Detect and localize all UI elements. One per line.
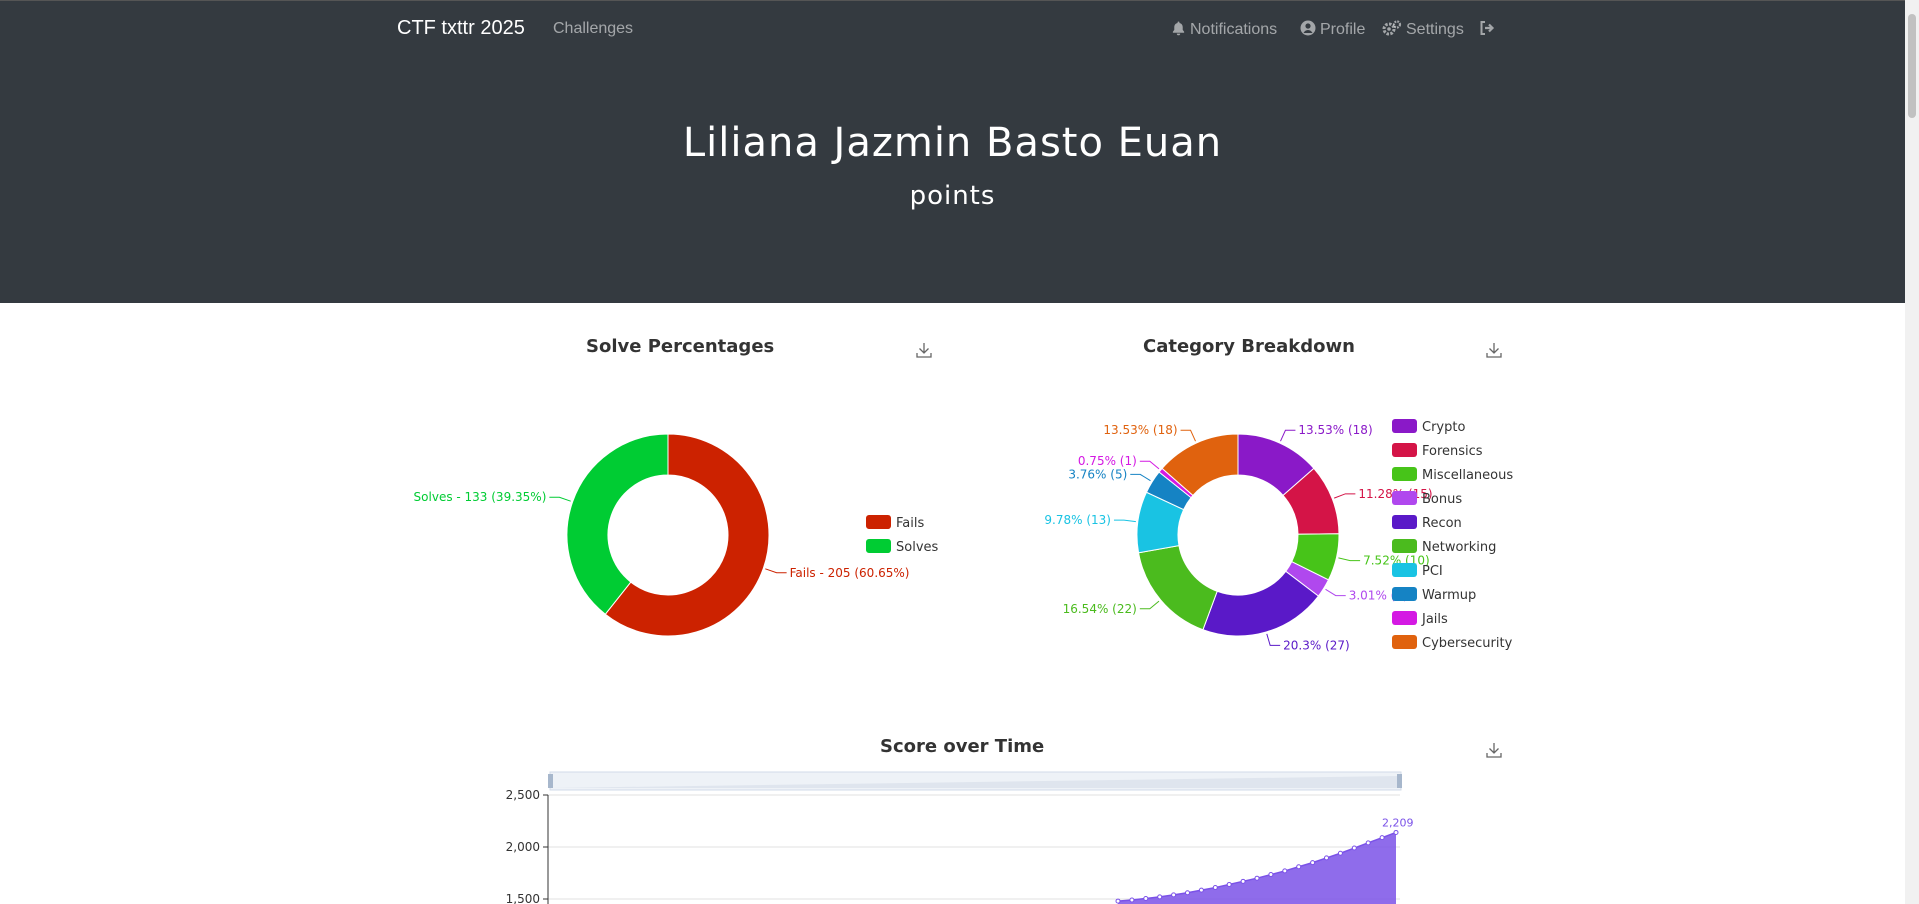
score-point[interactable] xyxy=(1254,875,1260,881)
score-point[interactable] xyxy=(1379,835,1385,841)
score-point[interactable] xyxy=(1226,881,1232,887)
score-area xyxy=(1118,832,1396,904)
score-point[interactable] xyxy=(1198,887,1204,893)
y-tick-label: 1,500 xyxy=(506,892,540,904)
score-point[interactable] xyxy=(1212,885,1218,891)
score-point[interactable] xyxy=(1365,840,1371,846)
score-point[interactable] xyxy=(1143,895,1149,901)
score-point[interactable] xyxy=(1268,872,1274,878)
data-zoom-handle-right[interactable] xyxy=(1397,774,1402,788)
score-point[interactable] xyxy=(1324,855,1329,861)
score-point[interactable] xyxy=(1115,898,1121,904)
score-data-label: 2,209 xyxy=(1382,816,1414,829)
y-tick-label: 2,500 xyxy=(506,788,540,802)
score-point[interactable] xyxy=(1351,845,1357,851)
score-over-time-chart: 2,500 2,000 1,500 2,209 xyxy=(506,771,1414,904)
score-point[interactable] xyxy=(1171,892,1177,898)
score-point[interactable] xyxy=(1393,829,1399,835)
score-point[interactable] xyxy=(1337,850,1343,856)
score-point[interactable] xyxy=(1282,868,1288,874)
data-zoom-handle-left[interactable] xyxy=(548,774,553,788)
score-point[interactable] xyxy=(1129,897,1135,903)
score-point[interactable] xyxy=(1185,890,1190,896)
score-point[interactable] xyxy=(1296,864,1302,870)
score-point[interactable] xyxy=(1310,860,1316,866)
score-point[interactable] xyxy=(1240,878,1246,884)
y-tick-label: 2,000 xyxy=(506,840,540,854)
score-point[interactable] xyxy=(1157,894,1163,900)
